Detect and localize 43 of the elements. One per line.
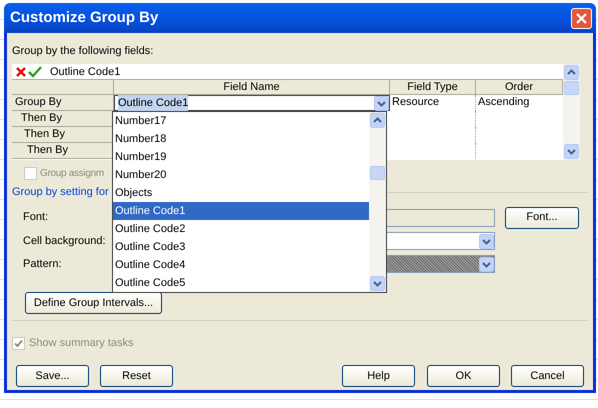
- scroll-thumb[interactable]: [370, 166, 385, 180]
- column-header[interactable]: Field Type: [390, 80, 476, 94]
- scroll-up-icon[interactable]: [370, 113, 385, 128]
- row-header[interactable]: Group By: [12, 95, 114, 111]
- row-header[interactable]: Then By: [12, 111, 114, 127]
- table-cell: Resource: [390, 95, 476, 111]
- reset-button[interactable]: Reset: [100, 365, 173, 387]
- define-intervals-button[interactable]: Define Group Intervals...: [25, 292, 162, 314]
- column-header[interactable]: Field Name: [114, 80, 390, 94]
- close-button[interactable]: [571, 8, 592, 28]
- list-item[interactable]: Outline Code5: [113, 274, 369, 292]
- edit-bar-value[interactable]: Outline Code1: [50, 64, 120, 78]
- list-item[interactable]: Outline Code3: [113, 238, 369, 256]
- list-item[interactable]: Number17: [113, 112, 369, 130]
- list-item[interactable]: Number20: [113, 166, 369, 184]
- list-item[interactable]: Outline Code1: [113, 202, 369, 220]
- window-title: Customize Group By: [10, 8, 158, 28]
- scroll-down-icon[interactable]: [370, 276, 385, 291]
- scroll-down-icon[interactable]: [564, 144, 579, 159]
- scrollbar[interactable]: [563, 64, 580, 160]
- accept-icon[interactable]: [28, 66, 42, 78]
- fields-label: Group by the following fields:: [12, 44, 154, 58]
- row-header[interactable]: Then By: [12, 143, 114, 159]
- close-icon: [576, 12, 587, 24]
- save-button[interactable]: Save...: [16, 365, 89, 387]
- scroll-thumb[interactable]: [564, 81, 579, 95]
- list-item[interactable]: Number19: [113, 148, 369, 166]
- scroll-up-icon[interactable]: [564, 65, 579, 80]
- list-item[interactable]: Outline Code2: [113, 220, 369, 238]
- cancel-button[interactable]: Cancel: [511, 365, 584, 387]
- checkbox-label: Group assignm: [40, 167, 104, 181]
- row-header[interactable]: Then By: [12, 127, 114, 143]
- checkbox-label: Show summary tasks: [29, 336, 134, 352]
- scrollbar[interactable]: [369, 112, 386, 292]
- list-item[interactable]: Objects: [113, 184, 369, 202]
- font-button[interactable]: Font...: [505, 206, 579, 228]
- cancel-icon[interactable]: [15, 66, 27, 78]
- help-button[interactable]: Help: [342, 365, 415, 387]
- ok-button[interactable]: OK: [427, 365, 500, 387]
- list-item[interactable]: Outline Code4: [113, 256, 369, 274]
- list-item[interactable]: Number18: [113, 130, 369, 148]
- group-label: Group by setting for: [12, 184, 109, 200]
- table-cell-text: Ascending: [477, 95, 530, 110]
